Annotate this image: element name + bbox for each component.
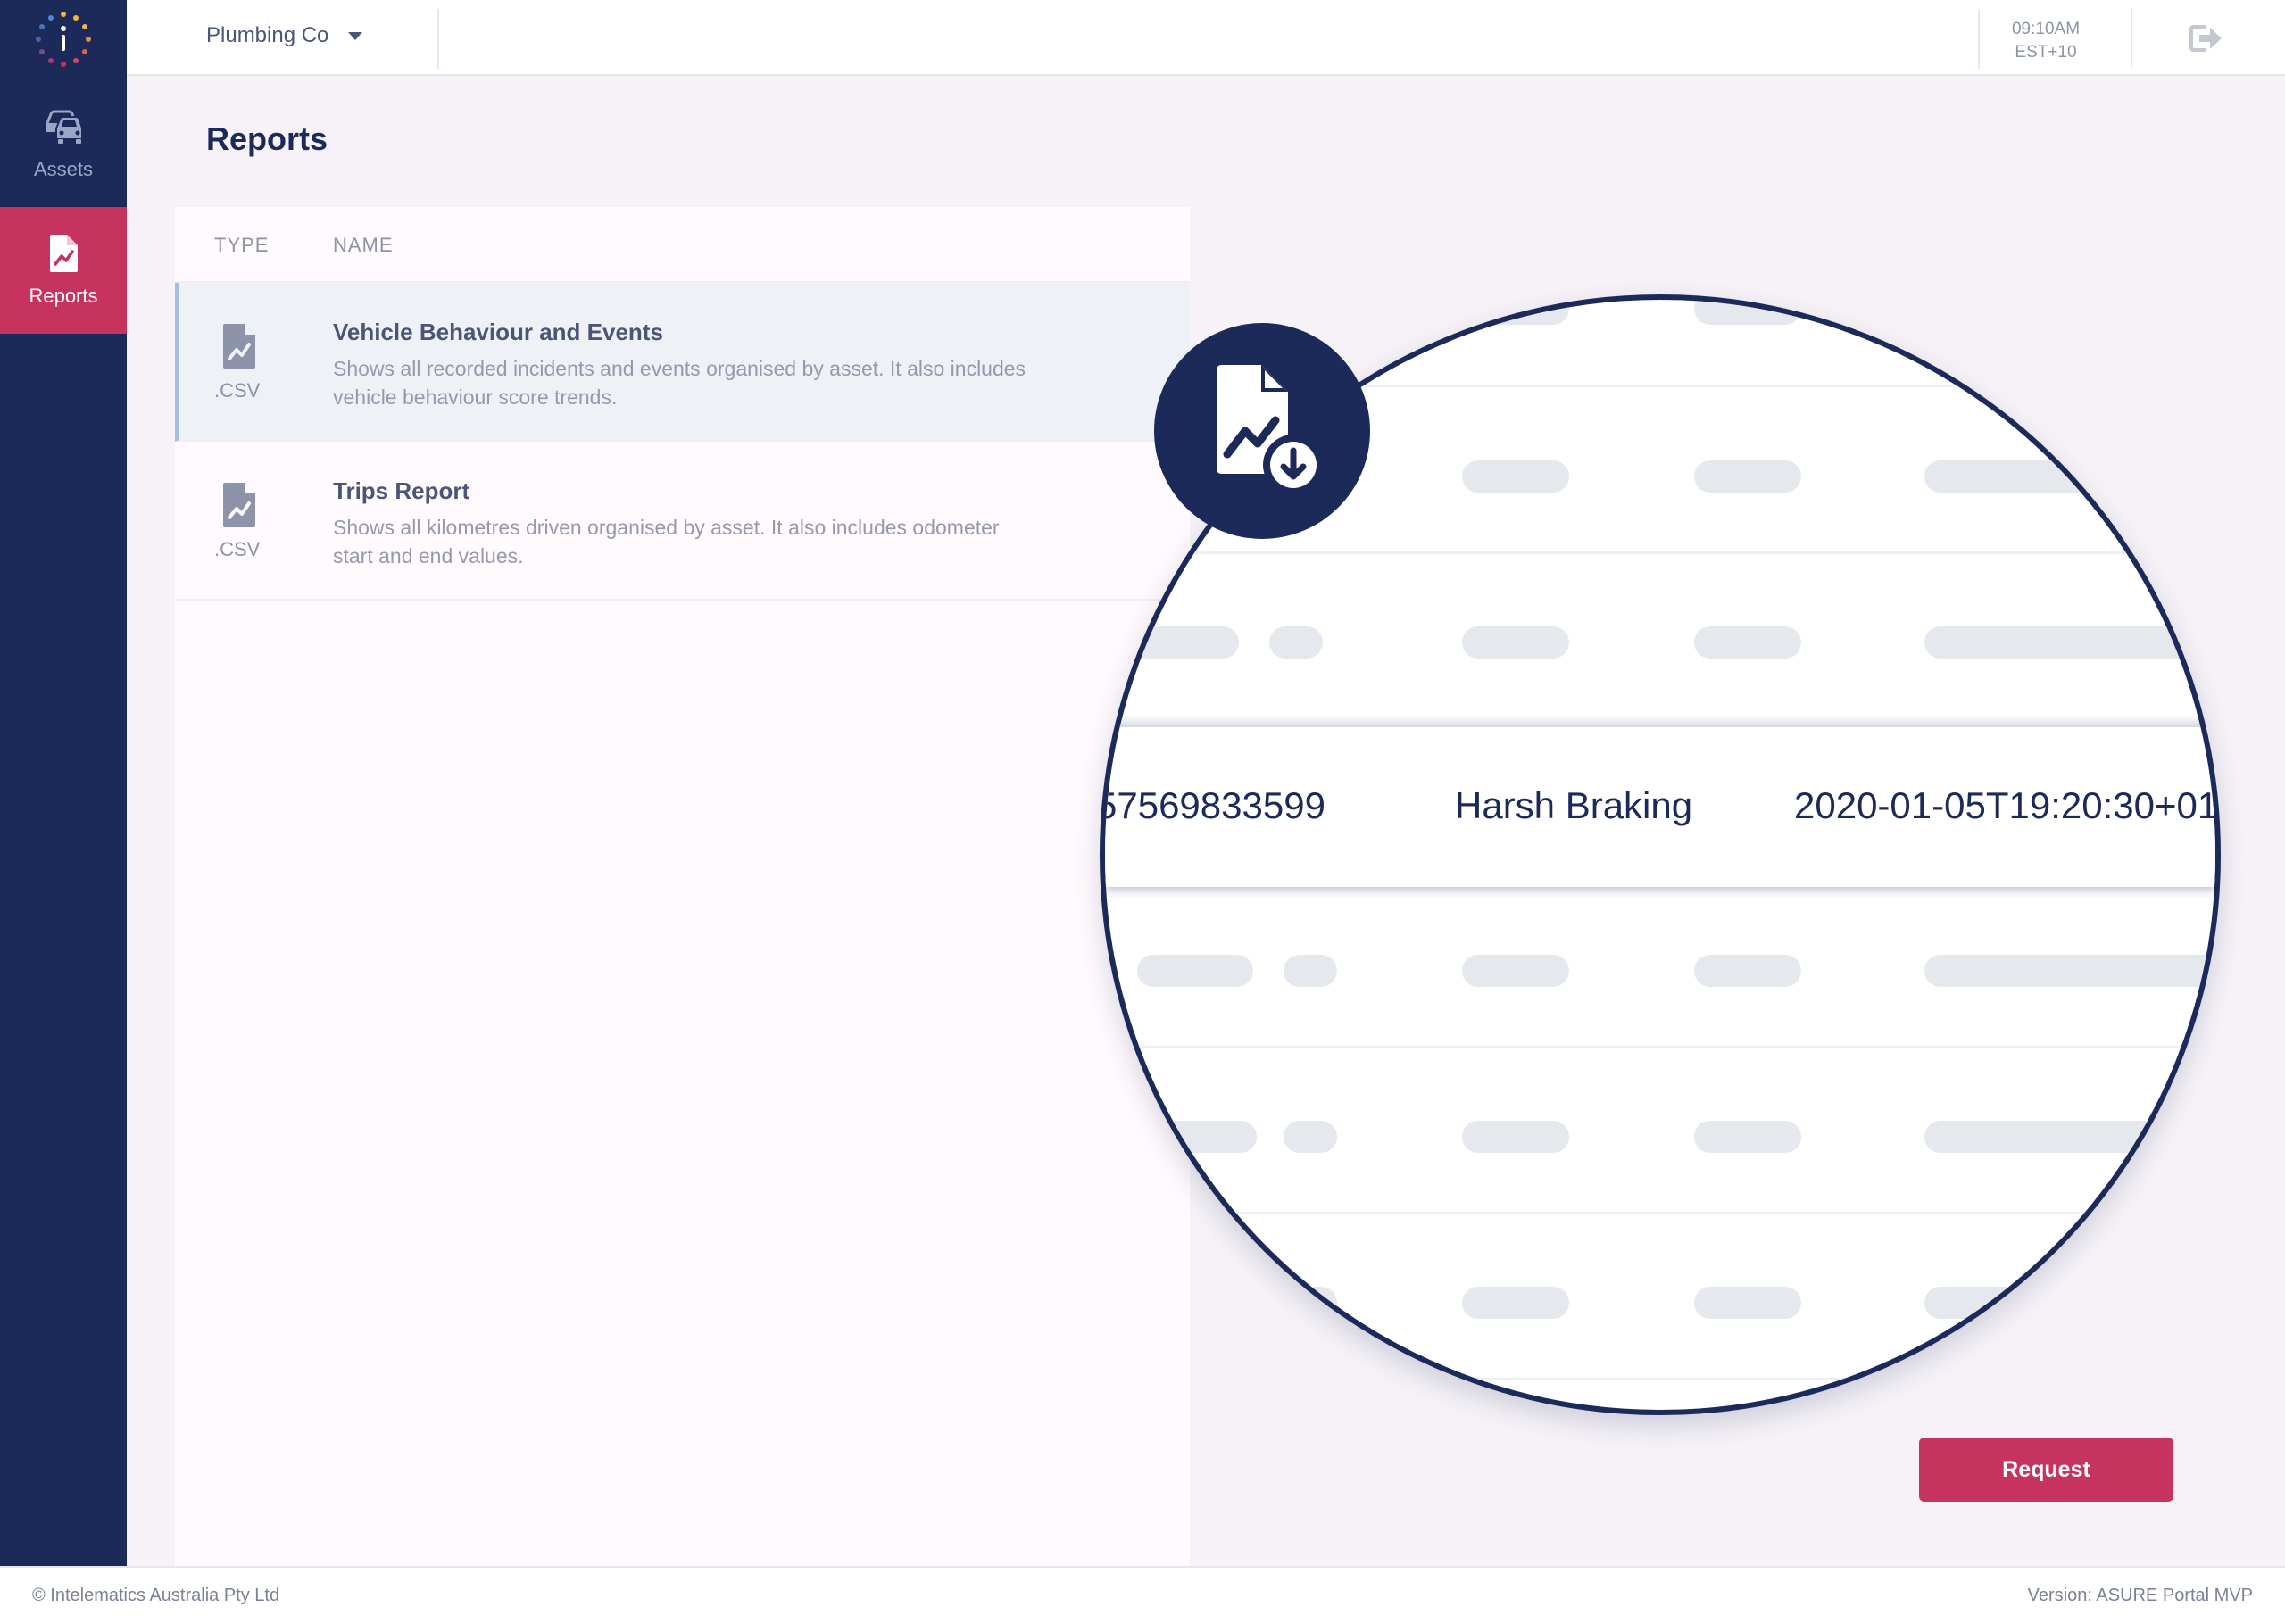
sidebar-item-reports[interactable]: Reports bbox=[0, 207, 127, 334]
placeholder-pill bbox=[1462, 955, 1569, 987]
placeholder-pill bbox=[1462, 1121, 1569, 1153]
column-header-type: TYPE bbox=[214, 234, 270, 256]
request-button[interactable]: Request bbox=[1919, 1438, 2173, 1502]
cars-icon bbox=[42, 107, 85, 151]
placeholder-pill bbox=[1694, 1287, 1801, 1319]
highlighted-data-row: 57569833599 Harsh Braking 2020-01-05T19:… bbox=[1105, 725, 2215, 887]
report-download-icon bbox=[1195, 358, 1329, 505]
placeholder-pill bbox=[1694, 300, 1801, 325]
logout-icon[interactable] bbox=[2189, 23, 2224, 54]
copyright-text: © Intelematics Australia Pty Ltd bbox=[32, 1586, 280, 1605]
file-type-label: .CSV bbox=[214, 379, 261, 402]
event-timestamp-value: 2020-01-05T19:20:30+01 bbox=[1794, 784, 2219, 826]
table-row[interactable]: .CSV Vehicle Behaviour and Events Shows … bbox=[175, 283, 1190, 442]
version-text: Version: ASURE Portal MVP bbox=[2027, 1586, 2253, 1605]
csv-file-icon bbox=[220, 481, 259, 529]
top-header: Plumbing Co 09:10AM EST+10 bbox=[127, 0, 2285, 76]
placeholder-pill bbox=[1284, 1287, 1337, 1319]
placeholder-pill bbox=[1137, 955, 1253, 987]
placeholder-pill bbox=[1694, 626, 1801, 659]
reports-table: TYPE NAME .CSV Vehicle Behaviour and Eve… bbox=[175, 207, 1190, 1566]
event-type-value: Harsh Braking bbox=[1455, 784, 1693, 826]
file-type-label: .CSV bbox=[214, 538, 261, 560]
placeholder-pill bbox=[1694, 1121, 1801, 1153]
row-divider bbox=[1105, 551, 2215, 554]
placeholder-pill bbox=[1924, 1121, 2210, 1153]
csv-file-icon bbox=[220, 322, 259, 370]
report-description: Shows all recorded incidents and events … bbox=[333, 357, 1026, 409]
sidebar-item-label: Reports bbox=[29, 284, 98, 307]
row-divider bbox=[1105, 1046, 2215, 1048]
placeholder-pill bbox=[1462, 460, 1569, 493]
placeholder-pill bbox=[1123, 626, 1239, 659]
asset-id-value: 57569833599 bbox=[1100, 784, 1325, 826]
placeholder-pill bbox=[1141, 1121, 1257, 1153]
placeholder-pill bbox=[1694, 460, 1801, 493]
placeholder-pill bbox=[1924, 955, 2215, 987]
placeholder-pill bbox=[1284, 955, 1337, 987]
sidebar: Assets Reports bbox=[0, 0, 127, 1566]
placeholder-pill bbox=[1269, 626, 1323, 659]
sidebar-item-label: Assets bbox=[33, 157, 94, 180]
placeholder-pill bbox=[1694, 955, 1801, 987]
report-file-icon bbox=[47, 234, 79, 278]
report-name: Vehicle Behaviour and Events bbox=[333, 319, 663, 345]
clock-time: 09:10AM bbox=[2011, 20, 2081, 38]
report-description: Shows all kilometres driven organised by… bbox=[333, 516, 1000, 568]
company-selector[interactable]: Plumbing Co bbox=[206, 23, 363, 48]
report-download-badge bbox=[1154, 323, 1370, 539]
table-header: TYPE NAME bbox=[175, 207, 1190, 283]
page-title: Reports bbox=[206, 120, 328, 157]
table-row[interactable]: .CSV Trips Report Shows all kilometres d… bbox=[175, 442, 1190, 601]
report-name: Trips Report bbox=[333, 477, 470, 504]
footer: © Intelematics Australia Pty Ltd Version… bbox=[0, 1566, 2285, 1624]
sidebar-item-assets[interactable]: Assets bbox=[0, 80, 127, 207]
clock: 09:10AM EST+10 bbox=[1983, 18, 2108, 64]
column-header-name: NAME bbox=[333, 234, 394, 256]
company-name: Plumbing Co bbox=[206, 23, 329, 47]
header-divider bbox=[1978, 9, 1980, 69]
placeholder-pill bbox=[1462, 1287, 1569, 1319]
placeholder-pill bbox=[1284, 1121, 1337, 1153]
placeholder-pill bbox=[1462, 626, 1569, 659]
clock-timezone: EST+10 bbox=[2015, 43, 2077, 62]
intelematics-logo-icon[interactable] bbox=[0, 0, 127, 79]
placeholder-pill bbox=[1924, 626, 2215, 659]
row-divider bbox=[1105, 1378, 2215, 1380]
placeholder-pill bbox=[1462, 300, 1569, 325]
chevron-down-icon bbox=[348, 31, 363, 40]
header-divider bbox=[437, 9, 439, 69]
placeholder-pill bbox=[1924, 1287, 2121, 1319]
placeholder-pill bbox=[1924, 460, 2192, 493]
row-divider bbox=[1105, 1212, 2215, 1214]
header-divider bbox=[2131, 9, 2132, 69]
